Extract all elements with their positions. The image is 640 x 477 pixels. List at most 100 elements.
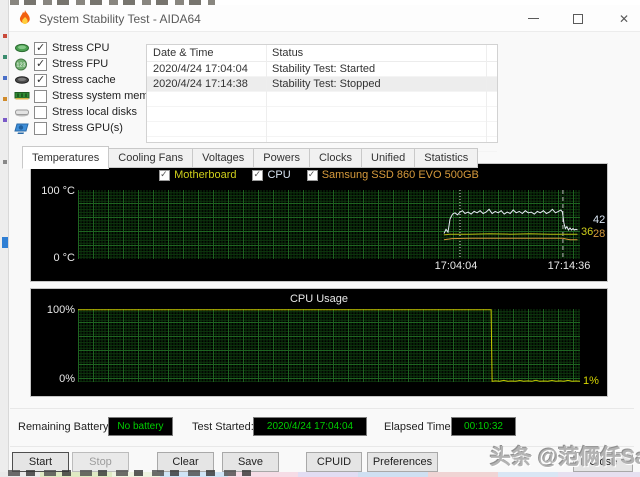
background-speck <box>3 55 7 59</box>
temperature-legend: Motherboard CPU Samsung SSD 860 EVO 500G… <box>31 169 607 181</box>
aida64-flame-icon <box>19 10 30 25</box>
stress-option-disks[interactable]: Stress local disks <box>14 104 164 120</box>
clipped-background-text <box>8 470 258 476</box>
log-datetime: 2020/4/24 17:04:04 <box>153 63 248 75</box>
tab-temperatures[interactable]: Temperatures <box>22 146 110 169</box>
legend-motherboard-checkbox[interactable] <box>159 169 171 181</box>
temp-axis-min-label: 0 °C <box>53 252 75 264</box>
log-row-stopped[interactable]: 2020/4/24 17:14:38 Stability Test: Stopp… <box>147 77 497 92</box>
stress-gpu-checkbox[interactable] <box>34 121 47 135</box>
test-started-label: Test Started: <box>192 421 254 433</box>
background-speck <box>3 118 7 122</box>
stress-cpu-label: Stress CPU <box>52 42 110 54</box>
test-started-value: 2020/4/24 17:04:04 <box>253 417 367 436</box>
legend-ssd-checkbox[interactable] <box>306 169 318 181</box>
start-button[interactable]: Start <box>12 452 69 472</box>
background-speck <box>3 34 7 38</box>
column-header-datetime[interactable]: Date & Time <box>147 47 266 59</box>
svg-text:123: 123 <box>16 62 25 68</box>
legend-motherboard-label: Motherboard <box>174 169 237 181</box>
stress-fpu-checkbox[interactable] <box>34 57 47 71</box>
tab-powers[interactable]: Powers <box>254 148 310 168</box>
log-table: Date & Time Status 2020/4/24 17:04:04 St… <box>146 44 498 152</box>
background-speck <box>3 97 7 101</box>
memory-icon <box>14 90 34 103</box>
aida64-stability-test-window: System Stability Test - AIDA64 ✕ Stress … <box>0 0 640 477</box>
title-bar: System Stability Test - AIDA64 ✕ <box>9 5 640 32</box>
cpu-usage-max-label: 100% <box>46 304 75 316</box>
cpuid-button[interactable]: CPUID <box>306 452 362 472</box>
log-datetime: 2020/4/24 17:14:38 <box>153 78 248 90</box>
stress-cpu-checkbox[interactable] <box>34 41 47 55</box>
log-row-started[interactable]: 2020/4/24 17:04:04 Stability Test: Start… <box>147 62 497 77</box>
stress-option-cache[interactable]: Stress cache <box>14 72 164 88</box>
log-status: Stability Test: Stopped <box>272 78 381 90</box>
legend-ssd[interactable]: Samsung SSD 860 EVO 500GB <box>306 169 479 181</box>
cpu-usage-title: CPU Usage <box>289 293 349 305</box>
background-speck <box>3 76 7 80</box>
clear-button[interactable]: Clear <box>157 452 214 472</box>
fpu-icon: 123 <box>14 58 34 71</box>
remaining-battery-value: No battery <box>108 417 173 436</box>
tab-unified[interactable]: Unified <box>362 148 416 168</box>
cpu-usage-end-value: 1% <box>583 375 599 387</box>
cache-icon <box>14 74 34 87</box>
legend-cpu[interactable]: CPU <box>252 169 291 181</box>
tab-voltages[interactable]: Voltages <box>193 148 255 168</box>
stress-memory-checkbox[interactable] <box>34 89 47 103</box>
elapsed-time-label: Elapsed Time: <box>384 421 454 433</box>
window-title: System Stability Test - AIDA64 <box>39 12 201 26</box>
stress-gpu-label: Stress GPU(s) <box>52 122 123 134</box>
stress-fpu-label: Stress FPU <box>52 58 109 70</box>
separator <box>10 408 634 409</box>
legend-cpu-label: CPU <box>267 169 291 181</box>
motherboard-temp-value: 36 <box>581 226 594 238</box>
stop-button[interactable]: Stop <box>72 452 129 472</box>
tab-clocks[interactable]: Clocks <box>309 148 362 168</box>
stress-disks-label: Stress local disks <box>52 106 137 118</box>
stress-option-gpu[interactable]: Stress GPU(s) <box>14 120 164 136</box>
maximize-button[interactable] <box>561 5 595 32</box>
temp-axis-max-label: 100 °C <box>41 185 75 197</box>
elapsed-time-value: 00:10:32 <box>451 417 516 436</box>
cpu-usage-min-label: 0% <box>59 373 75 385</box>
cpu-usage-chart-panel: CPU Usage 100% 0% 1% <box>30 288 608 397</box>
stress-disks-checkbox[interactable] <box>34 105 47 119</box>
log-row-empty <box>147 122 497 137</box>
temperature-chart <box>78 190 580 259</box>
ssd-temp-value: 28 <box>593 228 606 240</box>
background-blue-fragment <box>2 237 8 248</box>
legend-cpu-checkbox[interactable] <box>252 169 264 181</box>
minimize-button[interactable] <box>516 5 550 32</box>
tab-statistics[interactable]: Statistics <box>415 148 479 168</box>
column-header-status[interactable]: Status <box>266 47 497 59</box>
log-row-empty <box>147 92 497 107</box>
cpu-temp-value: 42 <box>593 214 606 226</box>
legend-motherboard[interactable]: Motherboard <box>159 169 236 181</box>
cpu-icon <box>14 42 34 55</box>
maximize-icon <box>573 13 583 24</box>
disk-icon <box>14 106 34 119</box>
log-status: Stability Test: Started <box>272 63 376 75</box>
stress-cache-label: Stress cache <box>52 74 116 86</box>
stress-option-fpu[interactable]: 123 Stress FPU <box>14 56 164 72</box>
temperature-chart-panel: Motherboard CPU Samsung SSD 860 EVO 500G… <box>30 163 608 282</box>
stress-cache-checkbox[interactable] <box>34 73 47 87</box>
save-button[interactable]: Save <box>222 452 279 472</box>
remaining-battery-label: Remaining Battery: <box>18 421 112 433</box>
preferences-button[interactable]: Preferences <box>367 452 438 472</box>
gpu-icon <box>14 122 34 135</box>
background-speck <box>3 160 7 164</box>
graph-tab-strip: Temperatures Cooling Fans Voltages Power… <box>22 146 479 169</box>
tab-cooling-fans[interactable]: Cooling Fans <box>109 148 194 168</box>
stress-option-cpu[interactable]: Stress CPU <box>14 40 164 56</box>
close-window-button[interactable]: ✕ <box>607 5 640 32</box>
stress-options-list: Stress CPU 123 Stress FPU Stress cache S… <box>14 40 164 136</box>
stress-option-memory[interactable]: Stress system memory <box>14 88 164 104</box>
minimize-icon <box>527 18 539 19</box>
table-header: Date & Time Status <box>147 45 497 62</box>
background-window-sliver <box>0 0 9 477</box>
cpu-usage-chart <box>78 309 580 382</box>
temp-xtick-end: 17:14:36 <box>547 260 591 272</box>
toutiao-watermark: 头条 @范俩仟Sam <box>490 446 640 469</box>
